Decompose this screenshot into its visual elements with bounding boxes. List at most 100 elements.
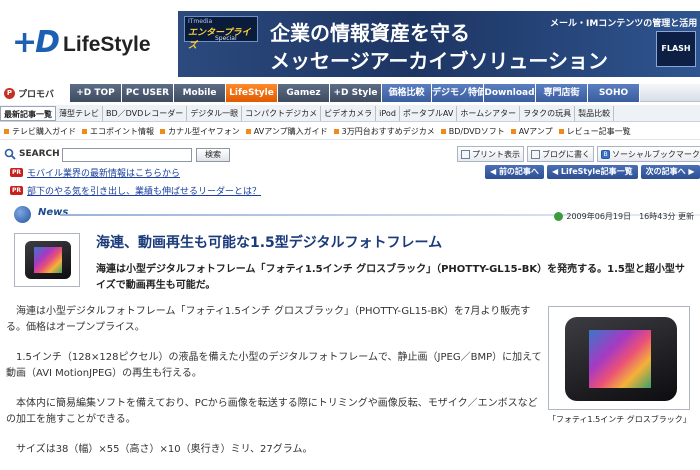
blog-button[interactable]: ブログに書く (527, 146, 594, 162)
article-headline: 海連、動画再生も可能な1.5型デジタルフォトフレーム (96, 235, 443, 251)
blog-icon (531, 149, 540, 159)
tab-4[interactable]: Gamez (278, 84, 330, 102)
article-paragraph-3: 本体内に簡易編集ソフトを備えており、PCから画像を転送する際にトリミングや画像反… (6, 398, 538, 425)
category-link[interactable]: 最新記事一覧 (0, 105, 56, 121)
feature-link[interactable]: エコポイント情報 (82, 126, 154, 137)
category-link[interactable]: ホームシアター (457, 105, 521, 121)
feature-links: テレビ購入ガイド エコポイント情報 カナル型イヤフォン AVアンプ購入ガイド 3万円台お… (0, 124, 700, 140)
search-label: SEARCH (4, 148, 60, 160)
tab-8[interactable]: Download (484, 84, 536, 102)
photo-frame-device-icon (25, 241, 71, 279)
category-link[interactable]: デジタル一眼 (187, 105, 243, 121)
photo-caption: 「フォティ1.5インチ グロスブラック」 (548, 415, 691, 424)
publish-date-text: 2009年06月19日 16時43分 更新 (566, 212, 694, 221)
device-screen (34, 247, 62, 273)
pr-link-1[interactable]: PR モバイル業界の最新情報はこちらから (10, 166, 180, 179)
category-link[interactable]: ポータブルAV (400, 105, 458, 121)
tool-label: ブログに書く (542, 149, 590, 159)
article-lead: 海連は小型デジタルフォトフレーム「フォティ1.5インチ グロスブラック」（PHO… (96, 264, 685, 291)
search-input[interactable] (62, 148, 192, 162)
site-tabs: +D TOP PC USER Mobile LifeStyle Gamez +D Styl… (70, 84, 640, 102)
feature-link-text: AVアンプ (518, 127, 553, 136)
primary-nav: P プロモバ +D TOP PC USER Mobile LifeStyle Gamez… (0, 84, 700, 102)
tab-1[interactable]: PC USER (122, 84, 174, 102)
feature-link[interactable]: AVアンプ (510, 126, 553, 137)
tab-6[interactable]: 価格比較 (382, 84, 432, 102)
pr-badge: PR (10, 168, 24, 177)
search-icon (4, 148, 16, 160)
feature-link-text: BD/DVDソフト (448, 127, 505, 136)
bullet-square-icon (4, 129, 9, 134)
ad-badge: ITmedia エンタープライズ Special (184, 16, 258, 51)
promo-link[interactable]: P プロモバ (0, 84, 70, 102)
site-header: +D LifeStyle ITmedia エンタープライズ Special 企業… (0, 0, 700, 82)
feature-link-text: テレビ購入ガイド (12, 127, 76, 136)
bookmark-icon: B (601, 149, 610, 159)
prev-article-button[interactable]: ◀ 前の記事へ (485, 165, 544, 179)
bullet-square-icon (160, 129, 165, 134)
tab-10[interactable]: SOHO (588, 84, 640, 102)
bullet-square-icon (245, 129, 251, 134)
bullet-square-icon (440, 129, 446, 134)
pr-link-text: 部下のやる気を引き出し、業績も伸ばせるリーダーとは？ (27, 187, 262, 197)
ad-headline-1: 企業の情報資産を守る (270, 21, 470, 45)
feature-link-text: エコポイント情報 (90, 127, 154, 136)
search-label-text: SEARCH (19, 149, 60, 159)
article-tools: プリント表示 ブログに書く B ソーシャルブックマーク (457, 146, 700, 162)
category-link[interactable]: 薄型テレビ (56, 105, 103, 121)
tab-9[interactable]: 専門店街 (536, 84, 588, 102)
promo-icon: P (4, 87, 15, 99)
category-link[interactable]: iPod (376, 105, 400, 121)
search-button[interactable]: 検索 (196, 148, 230, 162)
logo-mark: +D (12, 24, 60, 60)
tab-3[interactable]: LifeStyle (226, 84, 278, 102)
tab-0[interactable]: +D TOP (70, 84, 122, 102)
bullet-square-icon (82, 129, 87, 134)
site-logo[interactable]: +D LifeStyle (12, 22, 151, 62)
category-nav: 最新記事一覧 薄型テレビ BD／DVDレコーダー デジタル一眼 コンパクトデジカメ ビデオ… (0, 105, 700, 122)
pr-link-2[interactable]: PR 部下のやる気を引き出し、業績も伸ばせるリーダーとは？ (10, 184, 261, 197)
promo-label: プロモバ (18, 89, 55, 100)
category-link[interactable]: ビデオカメラ (321, 105, 377, 121)
tab-7[interactable]: デジモノ特価 (432, 84, 484, 102)
product-photo[interactable] (548, 306, 690, 410)
article-paragraph-4: サイズは38（幅）×55（高さ）×10（奥行き）ミリ、27グラム。 (16, 444, 313, 455)
tab-2[interactable]: Mobile (174, 84, 226, 102)
search-bar: SEARCH 検索 プリント表示 ブログに書く B ソーシャルブックマーク (0, 146, 700, 164)
pr-link-text: モバイル業界の最新情報はこちらから (27, 169, 181, 179)
article-paragraph-1: 海連は小型デジタルフォトフレーム「フォティ1.5インチ グロスブラック」（PHO… (6, 306, 531, 333)
next-article-button[interactable]: 次の記事へ ▶ (640, 165, 700, 179)
news-icon (14, 206, 31, 223)
ad-headline-2: メッセージアーカイブソリューション (270, 49, 608, 73)
feature-link-text: AVアンプ購入ガイド (253, 127, 328, 136)
category-link[interactable]: BD／DVDレコーダー (103, 105, 188, 121)
ad-badge-top: ITmedia (188, 18, 213, 25)
feature-link[interactable]: BD/DVDソフト (440, 126, 505, 137)
bookmark-button[interactable]: B ソーシャルブックマーク (597, 146, 700, 162)
bullet-square-icon (558, 129, 564, 134)
photo-frame-device-image (565, 317, 677, 401)
category-link[interactable]: ヲタクの玩具 (520, 105, 576, 121)
print-button[interactable]: プリント表示 (457, 146, 524, 162)
print-icon (461, 149, 470, 159)
article-pager: ◀ 前の記事へ ◀ LifeStyle記事一覧 次の記事へ ▶ (482, 165, 700, 179)
article-thumbnail[interactable] (14, 233, 80, 287)
category-link[interactable]: コンパクトデジカメ (242, 105, 322, 121)
category-link[interactable]: 製品比較 (575, 105, 615, 121)
banner-ad[interactable]: ITmedia エンタープライズ Special 企業の情報資産を守る メッセー… (178, 11, 700, 77)
article-list-button[interactable]: ◀ LifeStyle記事一覧 (546, 165, 638, 179)
tool-label: ソーシャルブックマーク (612, 149, 700, 159)
bullet-square-icon (510, 129, 516, 134)
news-label: News (38, 207, 69, 218)
feature-link[interactable]: カナル型イヤフォン (160, 126, 240, 137)
feature-link-text: レビュー記事一覧 (566, 127, 631, 136)
feature-link[interactable]: AVアンプ購入ガイド (245, 126, 328, 137)
feature-link[interactable]: テレビ購入ガイド (4, 126, 76, 137)
bullet-square-icon (333, 129, 339, 134)
tab-5[interactable]: +D Style (330, 84, 382, 102)
tool-label: プリント表示 (472, 149, 520, 159)
logo-text: LifeStyle (63, 33, 151, 56)
ad-subtitle: メール・IMコンテンツの管理と活用 (550, 19, 698, 29)
feature-link[interactable]: レビュー記事一覧 (558, 126, 631, 137)
feature-link[interactable]: 3万円台おすすめデジカメ (333, 126, 435, 137)
